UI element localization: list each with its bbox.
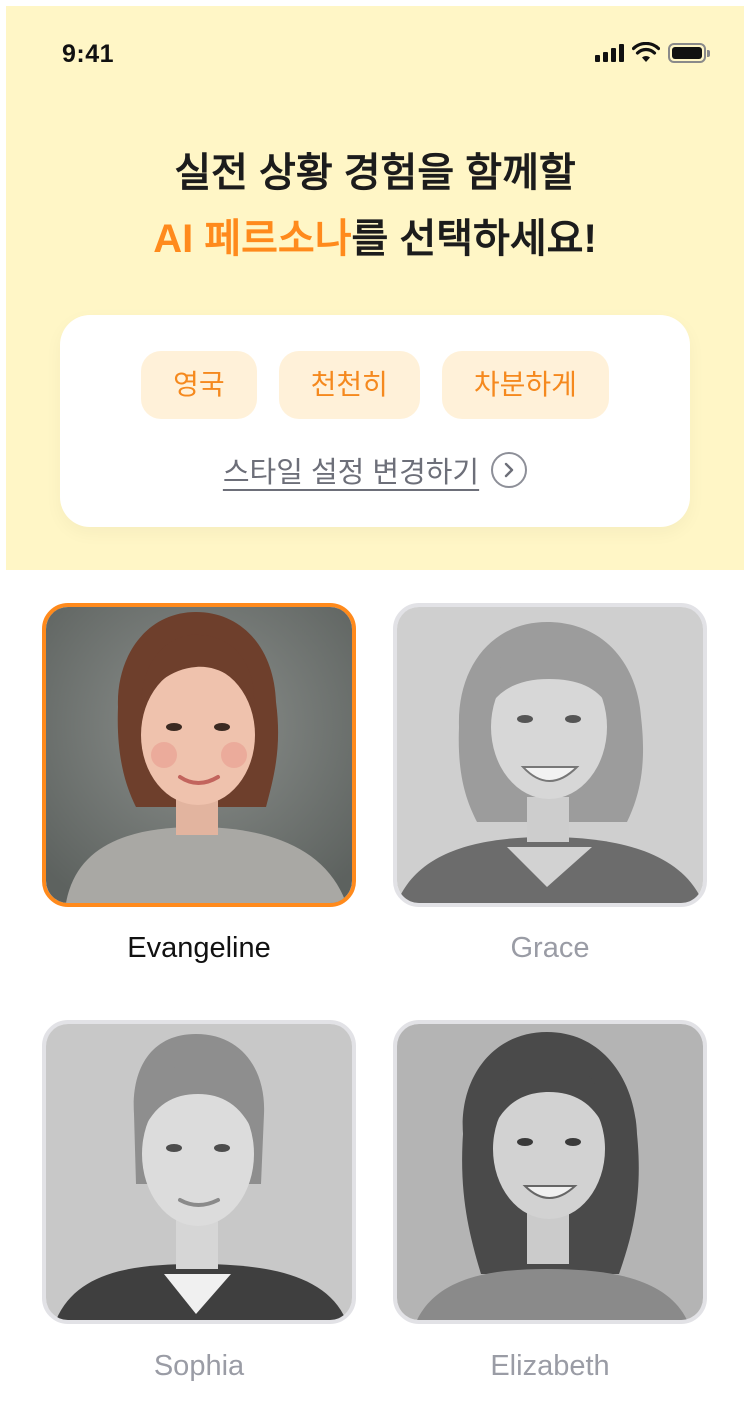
- style-chip-speed[interactable]: 천천히: [278, 351, 420, 419]
- style-chips: 영국 천천히 차분하게: [60, 351, 690, 419]
- status-time: 9:41: [62, 40, 115, 68]
- portrait-image: [46, 607, 352, 903]
- persona-name-evangeline: Evangeline: [127, 932, 271, 964]
- portrait-image: [397, 1024, 703, 1320]
- battery-icon: [668, 43, 710, 63]
- persona-name-elizabeth: Elizabeth: [490, 1350, 610, 1382]
- status-icons: [595, 40, 710, 66]
- persona-card-grace[interactable]: [393, 603, 707, 907]
- persona-card-elizabeth[interactable]: [393, 1020, 707, 1324]
- portrait-image: [46, 1024, 352, 1320]
- chevron-right-icon: [491, 452, 528, 488]
- persona-card-sophia[interactable]: [42, 1020, 356, 1324]
- style-chip-accent[interactable]: 영국: [141, 351, 257, 419]
- change-style-link[interactable]: 스타일 설정 변경하기: [60, 449, 690, 491]
- page-title-line2: AI 페르소나를 선택하세요!: [0, 206, 750, 272]
- portrait-image: [397, 607, 703, 903]
- signal-icon: [595, 44, 624, 62]
- persona-name-grace: Grace: [510, 932, 590, 964]
- title-accent: AI 페르소나: [153, 217, 352, 261]
- page-title-line1: 실전 상황 경험을 함께할: [174, 151, 576, 195]
- style-settings-card: 영국 천천히 차분하게 스타일 설정 변경하기: [60, 315, 690, 527]
- title-rest: 를 선택하세요!: [351, 217, 597, 261]
- wifi-icon: [632, 42, 660, 62]
- change-style-label: 스타일 설정 변경하기: [222, 457, 480, 489]
- style-chip-tone[interactable]: 차분하게: [441, 351, 609, 419]
- persona-card-evangeline[interactable]: [42, 603, 356, 907]
- persona-name-sophia: Sophia: [153, 1350, 245, 1382]
